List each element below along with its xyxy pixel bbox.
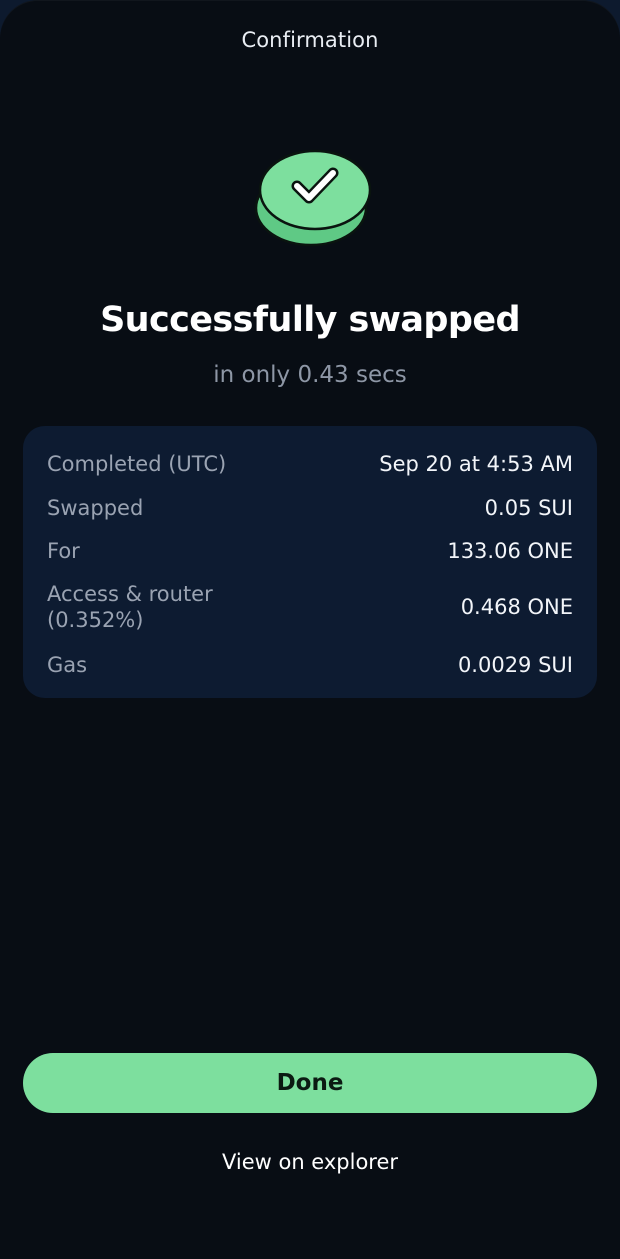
swap-duration: in only 0.43 secs	[213, 362, 407, 388]
detail-value: 0.05 SUI	[484, 496, 573, 520]
detail-row-for: For 133.06 ONE	[47, 536, 573, 566]
detail-row-swapped: Swapped 0.05 SUI	[47, 493, 573, 523]
detail-label: For	[47, 539, 80, 563]
detail-value: 133.06 ONE	[447, 539, 573, 563]
detail-value: Sep 20 at 4:53 AM	[379, 452, 573, 476]
swap-details-card: Completed (UTC) Sep 20 at 4:53 AM Swappe…	[23, 426, 597, 698]
detail-row-completed: Completed (UTC) Sep 20 at 4:53 AM	[47, 449, 573, 479]
detail-value: 0.468 ONE	[460, 595, 573, 619]
page-title: Confirmation	[241, 28, 379, 52]
check-coin-icon	[253, 140, 373, 250]
detail-row-access-router-fee: Access & router (0.352%) 0.468 ONE	[47, 581, 573, 633]
detail-label: Completed (UTC)	[47, 452, 227, 476]
detail-label: Access & router (0.352%)	[47, 582, 213, 632]
detail-value: 0.0029 SUI	[457, 653, 573, 677]
confirmation-sheet: Confirmation Successfully swapped in onl…	[0, 0, 620, 1259]
detail-label: Gas	[47, 653, 88, 677]
detail-label: Swapped	[47, 496, 144, 520]
view-on-explorer-link[interactable]: View on explorer	[0, 1150, 620, 1174]
success-headline: Successfully swapped	[100, 300, 520, 340]
detail-row-gas: Gas 0.0029 SUI	[47, 650, 573, 680]
done-button[interactable]: Done	[23, 1053, 597, 1113]
